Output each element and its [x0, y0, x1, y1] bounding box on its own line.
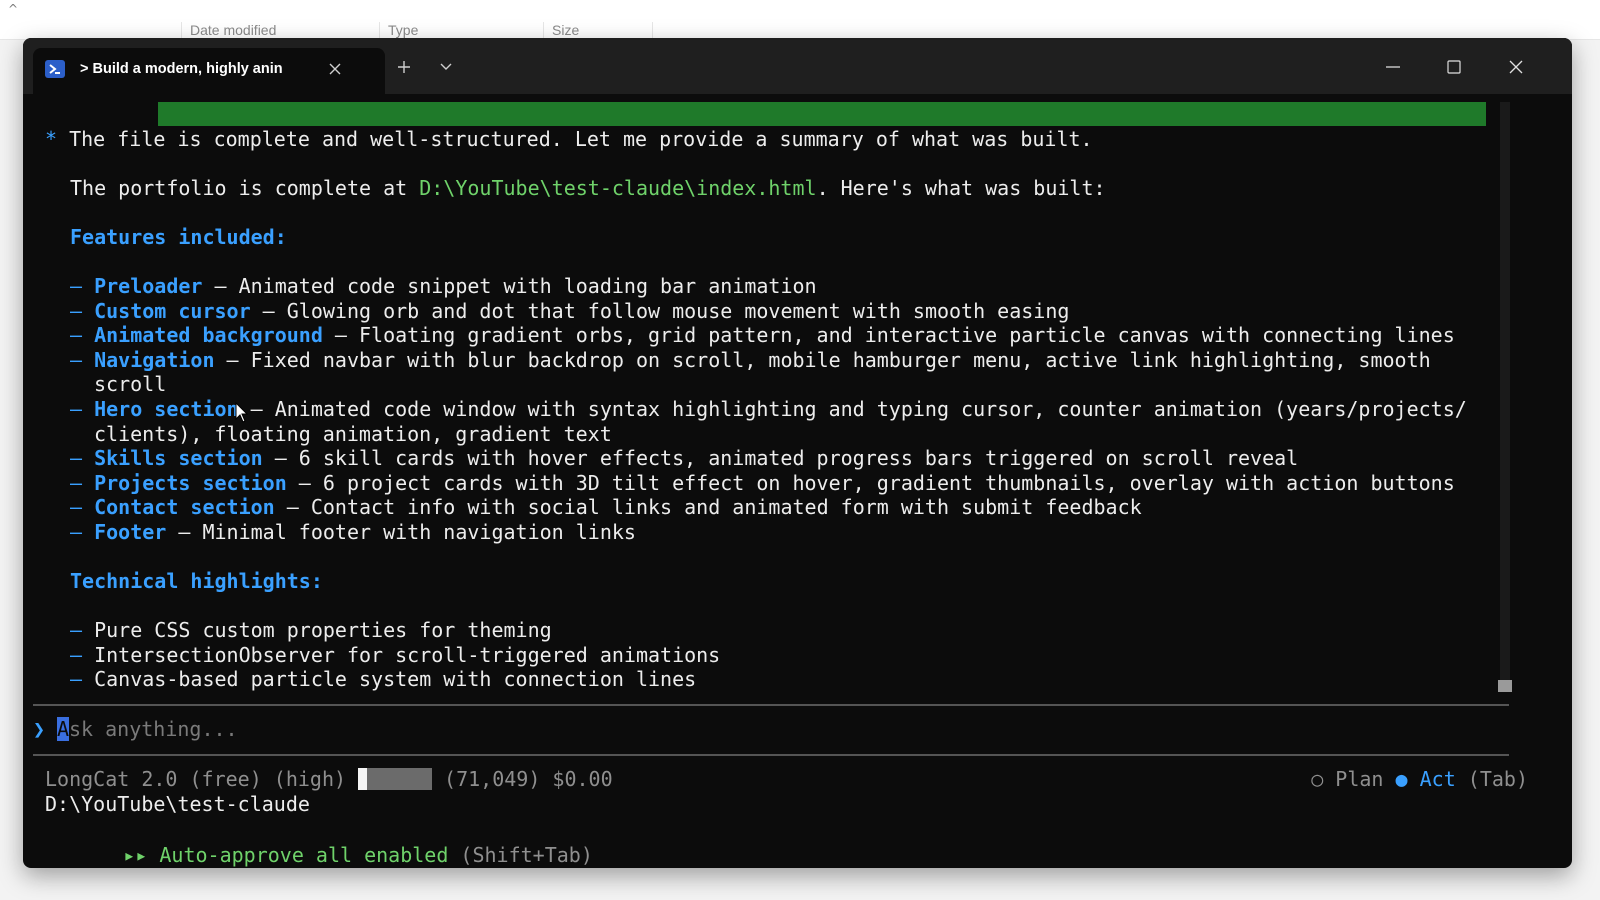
auto-approve-hint: (Shift+Tab): [460, 843, 593, 867]
tech-text: Canvas-based particle system with connec…: [94, 667, 697, 692]
plan-mode-label[interactable]: Plan: [1335, 766, 1383, 792]
input-placeholder: sk anything...: [69, 717, 238, 741]
feature-item: – Hero section – Animated code window wi…: [70, 397, 1467, 421]
list-dash: –: [70, 495, 83, 520]
intro-line: * The file is complete and well-structur…: [45, 127, 1093, 151]
act-mode-label[interactable]: Act: [1420, 766, 1456, 792]
feature-name: Animated background: [94, 323, 323, 348]
tech-item: – Pure CSS custom properties for theming: [70, 618, 552, 642]
star-bullet: *: [45, 127, 58, 151]
mode-toggle[interactable]: ○ Plan ● Act (Tab): [1311, 766, 1528, 792]
input-bottom-divider: [33, 754, 1509, 756]
feature-item: – Contact section – Contact info with so…: [70, 495, 1142, 519]
feature-description: – Glowing orb and dot that follow mouse …: [250, 298, 1070, 323]
mouse-pointer-icon: [235, 402, 249, 423]
tab-title: > Build a modern, highly anin: [80, 61, 283, 77]
prompt-chevron-icon: ❯: [33, 717, 46, 741]
chevron-down-icon[interactable]: [429, 50, 463, 84]
feature-description: – Fixed navbar with blur backdrop on scr…: [214, 347, 1431, 372]
feature-name: Custom cursor: [94, 298, 251, 323]
terminal-content: * The file is complete and well-structur…: [23, 94, 1572, 868]
explorer-background: ^ Date modified Type Size: [0, 0, 1600, 40]
feature-item: – Animated background – Floating gradien…: [70, 323, 1455, 347]
feature-name: Hero section: [94, 397, 239, 421]
tech-text: Pure CSS custom properties for theming: [94, 618, 552, 642]
terminal-window: > Build a modern, highly anin * The file…: [23, 38, 1572, 868]
title-bar[interactable]: > Build a modern, highly anin: [23, 38, 1572, 94]
feature-item: – Footer – Minimal footer with navigatio…: [70, 520, 636, 544]
list-dash: –: [70, 618, 83, 642]
minimize-icon[interactable]: [1370, 50, 1416, 84]
list-dash: –: [70, 520, 83, 544]
feature-description: – Floating gradient orbs, grid pattern, …: [322, 323, 1455, 348]
collapse-caret-icon[interactable]: ^: [8, 2, 18, 16]
portfolio-line: The portfolio is complete at D:\YouTube\…: [70, 176, 1106, 200]
tech-heading: Technical highlights:: [70, 569, 323, 593]
working-directory: D:\YouTube\test-claude: [45, 792, 310, 816]
progress-bar: [158, 102, 1486, 126]
list-dash: –: [70, 642, 83, 667]
features-heading: Features included:: [70, 225, 287, 249]
feature-item: – Skills section – 6 skill cards with ho…: [70, 446, 1298, 470]
feature-description: – 6 skill cards with hover effects, anim…: [262, 446, 1299, 471]
intro-text: The file is complete and well-structured…: [69, 127, 1093, 151]
list-dash: –: [70, 397, 83, 421]
model-status: LongCat 2.0 (free) (high) (71,049) $0.00: [45, 766, 613, 792]
scrollbar-thumb[interactable]: [1498, 680, 1512, 692]
close-tab-icon[interactable]: [323, 57, 347, 81]
feature-description: – Animated code snippet with loading bar…: [202, 274, 817, 298]
feature-item: – Navigation – Fixed navbar with blur ba…: [70, 348, 1431, 372]
model-name: LongCat 2.0 (free) (high): [45, 767, 347, 791]
feature-item: – Custom cursor – Glowing orb and dot th…: [70, 299, 1069, 323]
feature-description-continued: clients), floating animation, gradient t…: [94, 421, 612, 446]
portfolio-path[interactable]: D:\YouTube\test-claude\index.html: [419, 176, 816, 200]
feature-name: Contact section: [94, 495, 275, 520]
input-top-divider: [33, 704, 1509, 706]
context-usage-fill: [358, 768, 367, 790]
text-caret: A: [57, 717, 70, 741]
act-radio-icon[interactable]: ●: [1396, 766, 1408, 792]
list-dash: –: [70, 470, 83, 495]
list-dash: –: [70, 347, 83, 372]
list-dash: –: [70, 667, 83, 692]
cost: $0.00: [552, 767, 613, 791]
feature-name: Preloader: [94, 274, 203, 298]
list-dash: –: [70, 274, 83, 298]
feature-description: – Minimal footer with navigation links: [166, 520, 636, 544]
list-dash: –: [70, 446, 83, 471]
context-usage-bar: [358, 768, 433, 790]
list-dash: –: [70, 323, 83, 348]
new-tab-plus-icon[interactable]: [387, 50, 421, 84]
powershell-icon: [45, 60, 65, 78]
feature-name: Navigation: [94, 347, 215, 372]
terminal-tab[interactable]: > Build a modern, highly anin: [33, 48, 385, 94]
list-dash: –: [70, 298, 83, 323]
close-window-icon[interactable]: [1493, 50, 1539, 84]
feature-description-continued: scroll: [94, 372, 167, 397]
tech-text: IntersectionObserver for scroll-triggere…: [94, 642, 721, 667]
feature-item: – Preloader – Animated code snippet with…: [70, 274, 817, 298]
maximize-icon[interactable]: [1431, 50, 1477, 84]
feature-name: Footer: [94, 520, 167, 544]
portfolio-prefix: The portfolio is complete at: [70, 176, 420, 200]
feature-name: Skills section: [94, 446, 263, 471]
scrollbar-track[interactable]: [1500, 102, 1510, 682]
feature-item: – Projects section – 6 project cards wit…: [70, 471, 1455, 495]
tech-item: – Canvas-based particle system with conn…: [70, 667, 696, 691]
tech-item: – IntersectionObserver for scroll-trigge…: [70, 643, 720, 667]
feature-name: Projects section: [94, 470, 287, 495]
prompt-input[interactable]: ❯ Ask anything...: [33, 716, 238, 742]
feature-description: – Animated code window with syntax highl…: [238, 397, 1467, 421]
mode-hint: (Tab): [1467, 767, 1528, 791]
auto-approve-status: ▸▸ Auto-approve all enabled (Shift+Tab): [51, 816, 593, 867]
feature-description: – Contact info with social links and ani…: [274, 495, 1142, 520]
fast-forward-icon: ▸▸: [123, 843, 148, 867]
feature-description: – 6 project cards with 3D tilt effect on…: [286, 470, 1455, 495]
portfolio-suffix: . Here's what was built:: [816, 176, 1106, 200]
token-count: (71,049): [444, 767, 541, 791]
auto-approve-text: Auto-approve all enabled: [159, 843, 449, 867]
plan-radio-icon[interactable]: ○: [1311, 766, 1323, 792]
